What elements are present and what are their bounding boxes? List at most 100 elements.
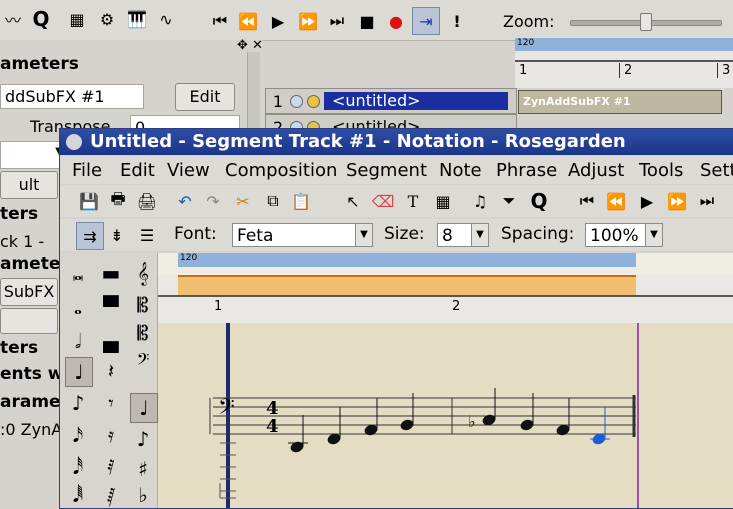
menu-edit[interactable]: Edit: [120, 160, 155, 181]
bar-ruler[interactable]: 1 2 3: [515, 62, 733, 80]
quantize-icon[interactable]: Q: [526, 188, 552, 214]
dropdown-field[interactable]: ▼: [0, 141, 66, 169]
play-button[interactable]: ▶: [265, 8, 291, 34]
mixer-icon[interactable]: ⚙: [94, 6, 120, 32]
note-insert-icon[interactable]: ♫: [467, 188, 493, 214]
track-row-1[interactable]: 1 <untitled>: [265, 88, 517, 114]
eighth-rest-icon[interactable]: 𝄾: [98, 389, 124, 417]
grace-note-icon[interactable]: ♪: [130, 425, 156, 453]
save-icon[interactable]: 💾: [76, 188, 102, 214]
track-name[interactable]: <untitled>: [324, 92, 508, 110]
chevron-down-icon[interactable]: ▼: [355, 224, 372, 246]
step-mode-icon[interactable]: ⇟: [104, 222, 130, 248]
rewind-to-start-button[interactable]: ⏮: [207, 8, 233, 34]
redo-icon[interactable]: ↷: [200, 188, 226, 214]
zyn-label: :0 ZynA: [0, 420, 63, 439]
forward-to-end-button[interactable]: ⏭: [324, 8, 350, 34]
cut-icon[interactable]: ✂: [230, 188, 256, 214]
audio-wave-icon[interactable]: ∿: [153, 6, 179, 32]
flat-note-icon[interactable]: ♭: [130, 481, 156, 509]
text-tool-icon[interactable]: T: [400, 188, 426, 214]
note-quarter-icon[interactable]: ♩: [130, 393, 158, 423]
thirty-second-note-icon[interactable]: 𝅘𝅥𝅰: [65, 453, 91, 481]
sharp-note-icon[interactable]: ♯: [130, 455, 156, 483]
zoom-slider-thumb[interactable]: [640, 13, 652, 31]
copy-icon[interactable]: ⧉: [260, 188, 286, 214]
tempo-ruler[interactable]: 120: [515, 38, 733, 51]
rewind-button[interactable]: ⏪: [235, 8, 261, 34]
default-button[interactable]: ult: [0, 171, 58, 199]
subfx-button[interactable]: SubFX: [0, 278, 58, 306]
sixteenth-rest-icon[interactable]: 𝄿: [98, 421, 124, 449]
quarter-note-icon[interactable]: ♩: [65, 357, 93, 387]
forward-to-end-button[interactable]: ⏭: [694, 188, 720, 214]
half-rest-icon[interactable]: ▄: [98, 327, 124, 355]
instrument-field[interactable]: ddSubFX #1: [0, 84, 144, 109]
panic-button[interactable]: !: [444, 8, 470, 34]
edit-button[interactable]: Edit: [175, 83, 235, 111]
whole-rest-icon[interactable]: ▀: [98, 293, 124, 321]
paste-icon[interactable]: 📋: [288, 188, 314, 214]
stop-button[interactable]: ■: [354, 8, 380, 34]
filter-icon[interactable]: ⏷: [496, 188, 522, 214]
window-titlebar[interactable]: Untitled - Segment Track #1 - Notation -…: [60, 129, 733, 155]
rewind-button[interactable]: ⏪: [603, 188, 629, 214]
sixty-fourth-rest-icon[interactable]: 𝅁: [98, 481, 124, 509]
menu-phrase[interactable]: Phrase: [496, 160, 557, 181]
fast-forward-button[interactable]: ⏩: [664, 188, 690, 214]
tempo-ruler[interactable]: 120: [178, 253, 636, 267]
sixty-fourth-note-icon[interactable]: 𝅘𝅥𝅱: [65, 481, 91, 509]
mute-led-icon[interactable]: [290, 94, 303, 108]
select-tool-icon[interactable]: ↖: [340, 188, 366, 214]
menu-adjust[interactable]: Adjust: [568, 160, 624, 181]
tenor-clef-icon[interactable]: 𝄡: [130, 319, 156, 347]
alto-clef-icon[interactable]: 𝄡: [130, 291, 156, 319]
loop-button[interactable]: ⇥: [412, 7, 440, 35]
quarter-rest-icon[interactable]: 𝄽: [98, 357, 124, 385]
blank-button[interactable]: [0, 308, 58, 334]
record-led-icon[interactable]: [307, 94, 320, 108]
half-note-icon[interactable]: 𝅗𝅥: [65, 327, 91, 355]
breve-rest-icon[interactable]: ▬: [98, 259, 124, 287]
chevron-down-icon[interactable]: ▼: [471, 224, 488, 246]
guitar-chord-icon[interactable]: ▦: [430, 188, 456, 214]
segment-block[interactable]: ZynAddSubFX #1: [518, 90, 722, 114]
bass-clef-icon[interactable]: 𝄢: [130, 347, 156, 375]
score-canvas[interactable]: 𝄢 4 4 ♭: [158, 323, 733, 508]
loop-range[interactable]: [178, 275, 636, 295]
panel-float-icon[interactable]: ✥ ✕: [237, 38, 263, 53]
menu-segment[interactable]: Segment: [346, 160, 427, 181]
notation-ruler[interactable]: 120 1 2: [158, 253, 733, 323]
fast-forward-button[interactable]: ⏩: [295, 8, 321, 34]
font-select[interactable]: Feta ▼: [232, 223, 373, 247]
menu-note[interactable]: Note: [439, 160, 482, 181]
treble-clef-icon[interactable]: 𝄞: [130, 259, 156, 287]
menu-file[interactable]: File: [72, 160, 102, 181]
record-button[interactable]: ●: [383, 8, 409, 34]
undo-icon[interactable]: ↶: [172, 188, 198, 214]
spacing-select[interactable]: 100% ▼: [585, 223, 663, 247]
sixteenth-note-icon[interactable]: 𝅘𝅥𝅯: [65, 421, 91, 449]
menu-tools[interactable]: Tools: [639, 160, 683, 181]
chord-mode-icon[interactable]: ☰: [134, 222, 160, 248]
menu-view[interactable]: View: [167, 160, 210, 181]
thirty-second-rest-icon[interactable]: 𝅀: [98, 453, 124, 481]
menu-composition[interactable]: Composition: [225, 160, 337, 181]
quantize-button[interactable]: Q: [28, 6, 54, 32]
size-select[interactable]: 8 ▼: [437, 223, 489, 247]
play-button[interactable]: ▶: [634, 188, 660, 214]
midi-device-icon[interactable]: ▦: [64, 6, 90, 32]
print-preview-icon[interactable]: 🖨: [134, 188, 160, 214]
keyboard-icon[interactable]: 🎹: [124, 6, 150, 32]
chevron-down-icon[interactable]: ▼: [645, 224, 662, 246]
breve-icon[interactable]: 𝅜: [65, 259, 91, 287]
print-icon[interactable]: 🖶: [105, 188, 131, 214]
window-menu-icon[interactable]: [66, 134, 82, 150]
menu-settings[interactable]: Setti: [700, 160, 733, 181]
erase-tool-icon[interactable]: ⌫: [370, 188, 396, 214]
rewind-to-start-button[interactable]: ⏮: [574, 188, 600, 214]
eighth-note-icon[interactable]: ♪: [65, 389, 91, 417]
whole-note-icon[interactable]: 𝅝: [65, 293, 91, 321]
audio-meter-icon[interactable]: 〰: [0, 6, 26, 32]
insert-mode-icon[interactable]: ⇉: [76, 222, 104, 250]
